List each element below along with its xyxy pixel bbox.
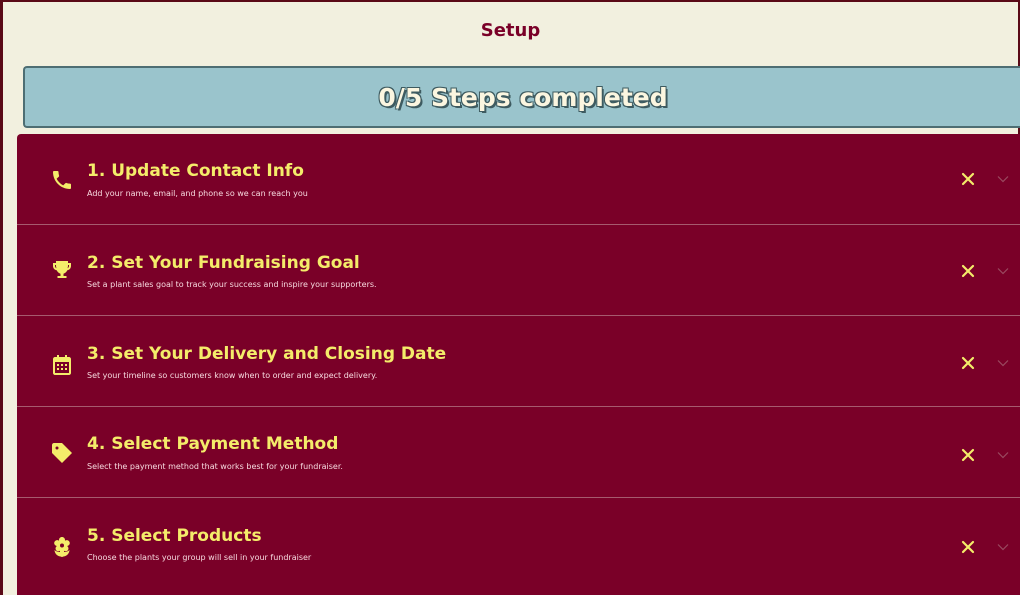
trophy-icon	[53, 261, 71, 278]
steps-list: 1. Update Contact Info Add your name, em…	[17, 134, 1020, 595]
step-title: 2. Set Your Fundraising Goal	[87, 253, 360, 273]
close-icon[interactable]	[961, 356, 975, 370]
step-description: Set your timeline so customers know when…	[87, 371, 378, 380]
close-icon[interactable]	[961, 540, 975, 554]
chevron-down-icon[interactable]	[997, 175, 1009, 183]
header: Setup	[3, 2, 1018, 62]
step-description: Choose the plants your group will sell i…	[87, 553, 312, 562]
flower-icon	[54, 537, 70, 557]
step-item-payment-method[interactable]: 4. Select Payment Method Select the paym…	[17, 407, 1020, 498]
step-item-select-products[interactable]: 5. Select Products Choose the plants you…	[17, 498, 1020, 595]
step-item-delivery-date[interactable]: 3. Set Your Delivery and Closing Date Se…	[17, 316, 1020, 407]
step-item-contact-info[interactable]: 1. Update Contact Info Add your name, em…	[17, 134, 1020, 225]
progress-banner: 0/5 Steps completed	[23, 66, 1020, 128]
step-description: Select the payment method that works bes…	[87, 462, 343, 471]
step-description: Add your name, email, and phone so we ca…	[87, 189, 308, 198]
step-title: 3. Set Your Delivery and Closing Date	[87, 344, 447, 364]
step-title: 4. Select Payment Method	[87, 434, 339, 454]
phone-icon	[53, 171, 71, 189]
step-item-fundraising-goal[interactable]: 2. Set Your Fundraising Goal Set a plant…	[17, 225, 1020, 316]
calendar-icon	[53, 355, 71, 375]
step-title: 5. Select Products	[87, 526, 262, 546]
chevron-down-icon[interactable]	[997, 267, 1009, 275]
tag-icon	[52, 443, 72, 463]
close-icon[interactable]	[961, 172, 975, 186]
close-icon[interactable]	[961, 448, 975, 462]
progress-text: 0/5 Steps completed	[378, 82, 668, 112]
chevron-down-icon[interactable]	[997, 543, 1009, 551]
close-icon[interactable]	[961, 264, 975, 278]
page-title: Setup	[480, 19, 541, 41]
step-title: 1. Update Contact Info	[87, 161, 304, 181]
step-description: Set a plant sales goal to track your suc…	[87, 280, 377, 289]
chevron-down-icon[interactable]	[997, 359, 1009, 367]
chevron-down-icon[interactable]	[997, 451, 1009, 459]
